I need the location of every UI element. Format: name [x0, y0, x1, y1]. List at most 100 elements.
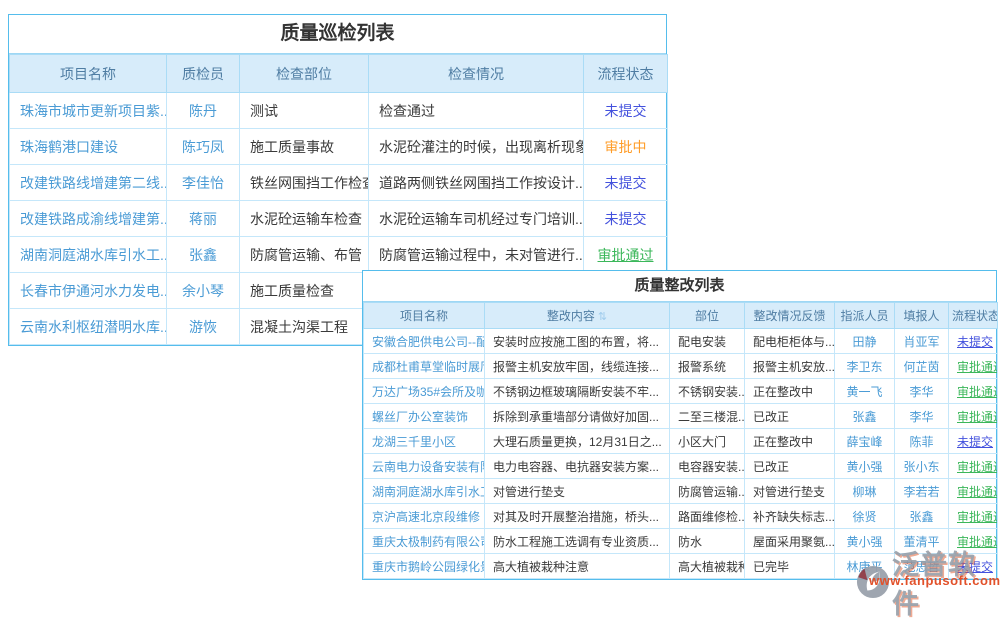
cell-project[interactable]: 成都杜甫草堂临时展厅独立展... — [364, 354, 485, 379]
cell-project[interactable]: 湖南洞庭湖水库引水工... — [10, 237, 167, 273]
cell-project[interactable]: 重庆太极制药有限公司亳州中... — [364, 529, 485, 554]
table-row: 湖南洞庭湖水库引水工程施工标对管进行垫支防腐管运输...对管进行垫支柳琳李若若审… — [364, 479, 998, 504]
cell-content: 拆除到承重墙部分请做好加固... — [485, 404, 670, 429]
cell-part: 二至三楼混... — [670, 404, 745, 429]
cell-part: 施工质量事故 — [240, 129, 369, 165]
status-badge[interactable]: 审批通过 — [957, 360, 998, 374]
rectification-table: 项目名称整改内容⇅部位整改情况反馈指派人员填报人流程状态 安徽合肥供电公司--配… — [363, 302, 998, 579]
cell-filler[interactable]: 李若若 — [895, 479, 949, 504]
status-badge[interactable]: 审批通过 — [957, 385, 998, 399]
status-badge[interactable]: 审批通过 — [957, 535, 998, 549]
status-badge[interactable]: 审批通过 — [957, 460, 998, 474]
cell-inspector[interactable]: 游恢 — [167, 309, 240, 345]
cell-filler[interactable]: 张鑫 — [895, 504, 949, 529]
cell-feedback: 已完毕 — [745, 554, 835, 579]
col-header-project: 项目名称 — [10, 55, 167, 93]
table-row: 成都杜甫草堂临时展厅独立展...报警主机安放牢固，线缆连接...报警系统报警主机… — [364, 354, 998, 379]
cell-status: 审批通过 — [949, 379, 998, 404]
cell-assignee[interactable]: 徐贤 — [835, 504, 895, 529]
cell-filler[interactable]: 李华 — [895, 404, 949, 429]
cell-part: 路面维修检... — [670, 504, 745, 529]
cell-status: 审批通过 — [949, 354, 998, 379]
status-badge[interactable]: 未提交 — [957, 435, 993, 449]
status-badge[interactable]: 未提交 — [957, 560, 993, 574]
header-row: 项目名称整改内容⇅部位整改情况反馈指派人员填报人流程状态 — [364, 303, 998, 329]
cell-part: 施工质量检查 — [240, 273, 369, 309]
cell-project[interactable]: 安徽合肥供电公司--配电设备... — [364, 329, 485, 354]
cell-status: 审批通过 — [584, 237, 668, 273]
cell-inspector[interactable]: 蒋丽 — [167, 201, 240, 237]
cell-inspector[interactable]: 李佳怡 — [167, 165, 240, 201]
table-row: 改建铁路线增建第二线...李佳怡铁丝网围挡工作检查道路两侧铁丝网围挡工作按设计.… — [10, 165, 668, 201]
cell-filler[interactable]: 董清平 — [895, 529, 949, 554]
cell-part: 测试 — [240, 93, 369, 129]
col-header-status: 流程状态 — [949, 303, 998, 329]
cell-assignee[interactable]: 黄小强 — [835, 454, 895, 479]
cell-project[interactable]: 云南水利枢纽潜明水库... — [10, 309, 167, 345]
cell-feedback: 报警主机安放... — [745, 354, 835, 379]
cell-content: 报警主机安放牢固，线缆连接... — [485, 354, 670, 379]
status-badge[interactable]: 审批通过 — [957, 510, 998, 524]
cell-status: 审批通过 — [949, 404, 998, 429]
table-row: 螺丝厂办公室装饰拆除到承重墙部分请做好加固...二至三楼混...已改正张鑫李华审… — [364, 404, 998, 429]
cell-part: 报警系统 — [670, 354, 745, 379]
cell-project[interactable]: 万达广场35#会所及咖啡厅空... — [364, 379, 485, 404]
cell-assignee[interactable]: 李卫东 — [835, 354, 895, 379]
cell-filler[interactable]: 张小东 — [895, 454, 949, 479]
cell-project[interactable]: 京沪高速北京段维修 — [364, 504, 485, 529]
status-badge[interactable]: 审批通过 — [598, 247, 654, 263]
header-row: 项目名称质检员检查部位检查情况流程状态 — [10, 55, 668, 93]
cell-project[interactable]: 重庆市鹅岭公园绿化景观提升... — [364, 554, 485, 579]
table-row: 重庆太极制药有限公司亳州中...防水工程施工选调有专业资质...防水屋面采用聚氨… — [364, 529, 998, 554]
cell-assignee[interactable]: 黄小强 — [835, 529, 895, 554]
cell-inspector[interactable]: 陈丹 — [167, 93, 240, 129]
status-badge[interactable]: 审批通过 — [957, 485, 998, 499]
cell-assignee[interactable]: 张鑫 — [835, 404, 895, 429]
col-header-part: 检查部位 — [240, 55, 369, 93]
cell-project[interactable]: 改建铁路成渝线增建第... — [10, 201, 167, 237]
cell-project[interactable]: 湖南洞庭湖水库引水工程施工标 — [364, 479, 485, 504]
col-header-content[interactable]: 整改内容⇅ — [485, 303, 670, 329]
cell-filler[interactable]: 肖亚军 — [895, 329, 949, 354]
cell-filler[interactable]: 何芷茵 — [895, 354, 949, 379]
cell-inspector[interactable]: 陈巧凤 — [167, 129, 240, 165]
cell-filler[interactable]: 李华 — [895, 379, 949, 404]
cell-project[interactable]: 长春市伊通河水力发电... — [10, 273, 167, 309]
cell-feedback: 已改正 — [745, 404, 835, 429]
cell-project[interactable]: 螺丝厂办公室装饰 — [364, 404, 485, 429]
cell-part: 配电安装 — [670, 329, 745, 354]
cell-status: 未提交 — [949, 554, 998, 579]
cell-project[interactable]: 云南电力设备安装有限公司20... — [364, 454, 485, 479]
sort-icon[interactable]: ⇅ — [598, 311, 607, 323]
inspection-panel-title: 质量巡检列表 — [9, 15, 666, 54]
cell-filler[interactable]: 陈菲 — [895, 429, 949, 454]
cell-part: 防水 — [670, 529, 745, 554]
cell-content: 大理石质量更换，12月31日之... — [485, 429, 670, 454]
cell-project[interactable]: 珠海鹤港口建设 — [10, 129, 167, 165]
cell-assignee[interactable]: 田静 — [835, 329, 895, 354]
cell-assignee[interactable]: 柳琳 — [835, 479, 895, 504]
cell-content: 对管进行垫支 — [485, 479, 670, 504]
cell-inspector[interactable]: 张鑫 — [167, 237, 240, 273]
cell-filler[interactable]: 范思哲 — [895, 554, 949, 579]
cell-assignee[interactable]: 薛宝峰 — [835, 429, 895, 454]
cell-content: 防水工程施工选调有专业资质... — [485, 529, 670, 554]
status-badge[interactable]: 审批通过 — [957, 410, 998, 424]
cell-project[interactable]: 珠海市城市更新项目紫... — [10, 93, 167, 129]
status-badge: 未提交 — [605, 103, 647, 119]
status-badge[interactable]: 未提交 — [957, 335, 993, 349]
cell-inspector[interactable]: 余小琴 — [167, 273, 240, 309]
table-row: 云南电力设备安装有限公司20...电力电容器、电抗器安装方案...电容器安装..… — [364, 454, 998, 479]
cell-status: 审批通过 — [949, 479, 998, 504]
col-header-status: 流程状态 — [584, 55, 668, 93]
cell-assignee[interactable]: 黄一飞 — [835, 379, 895, 404]
cell-part: 高大植被栽种 — [670, 554, 745, 579]
table-row: 改建铁路成渝线增建第...蒋丽水泥砼运输车检查水泥砼运输车司机经过专门培训...… — [10, 201, 668, 237]
table-row: 湖南洞庭湖水库引水工...张鑫防腐管运输、布管防腐管运输过程中，未对管进行...… — [10, 237, 668, 273]
cell-part: 防腐管运输、布管 — [240, 237, 369, 273]
cell-project[interactable]: 龙湖三千里小区 — [364, 429, 485, 454]
rectification-table-header: 项目名称整改内容⇅部位整改情况反馈指派人员填报人流程状态 — [364, 303, 998, 329]
cell-project[interactable]: 改建铁路线增建第二线... — [10, 165, 167, 201]
table-row: 安徽合肥供电公司--配电设备...安装时应按施工图的布置，将...配电安装配电柜… — [364, 329, 998, 354]
cell-assignee[interactable]: 林康平 — [835, 554, 895, 579]
